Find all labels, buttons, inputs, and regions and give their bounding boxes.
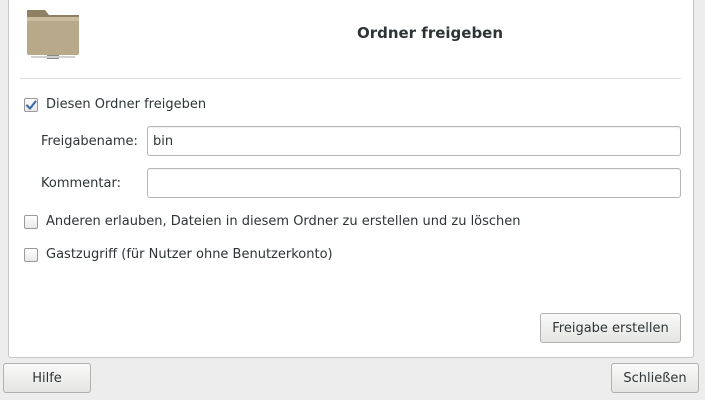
checkmark-icon	[25, 99, 37, 110]
allow-others-row[interactable]: Anderen erlauben, Dateien in diesem Ordn…	[24, 214, 521, 229]
share-folder-row[interactable]: Diesen Ordner freigeben	[24, 97, 206, 112]
guest-access-checkbox[interactable]	[24, 247, 38, 262]
guest-access-label: Gastzugriff (für Nutzer ohne Benutzerkon…	[46, 247, 333, 262]
allow-others-checkbox[interactable]	[24, 214, 38, 229]
allow-others-label: Anderen erlauben, Dateien in diesem Ordn…	[46, 214, 521, 229]
share-folder-checkbox[interactable]	[24, 97, 38, 112]
comment-label: Kommentar:	[41, 176, 121, 191]
header-separator	[20, 78, 681, 79]
dialog-title: Ordner freigeben	[356, 24, 504, 42]
share-folder-label: Diesen Ordner freigeben	[46, 97, 207, 112]
close-button[interactable]: Schließen	[611, 363, 699, 393]
share-name-label: Freigabename:	[41, 134, 138, 149]
guest-access-row[interactable]: Gastzugriff (für Nutzer ohne Benutzerkon…	[24, 247, 333, 262]
share-folder-dialog: Ordner freigeben Diesen Ordner freigeben…	[0, 0, 705, 400]
share-name-input[interactable]	[147, 126, 681, 156]
comment-input[interactable]	[147, 168, 681, 198]
folder-icon	[27, 10, 79, 59]
create-share-button[interactable]: Freigabe erstellen	[540, 313, 681, 343]
help-button[interactable]: Hilfe	[3, 363, 91, 393]
